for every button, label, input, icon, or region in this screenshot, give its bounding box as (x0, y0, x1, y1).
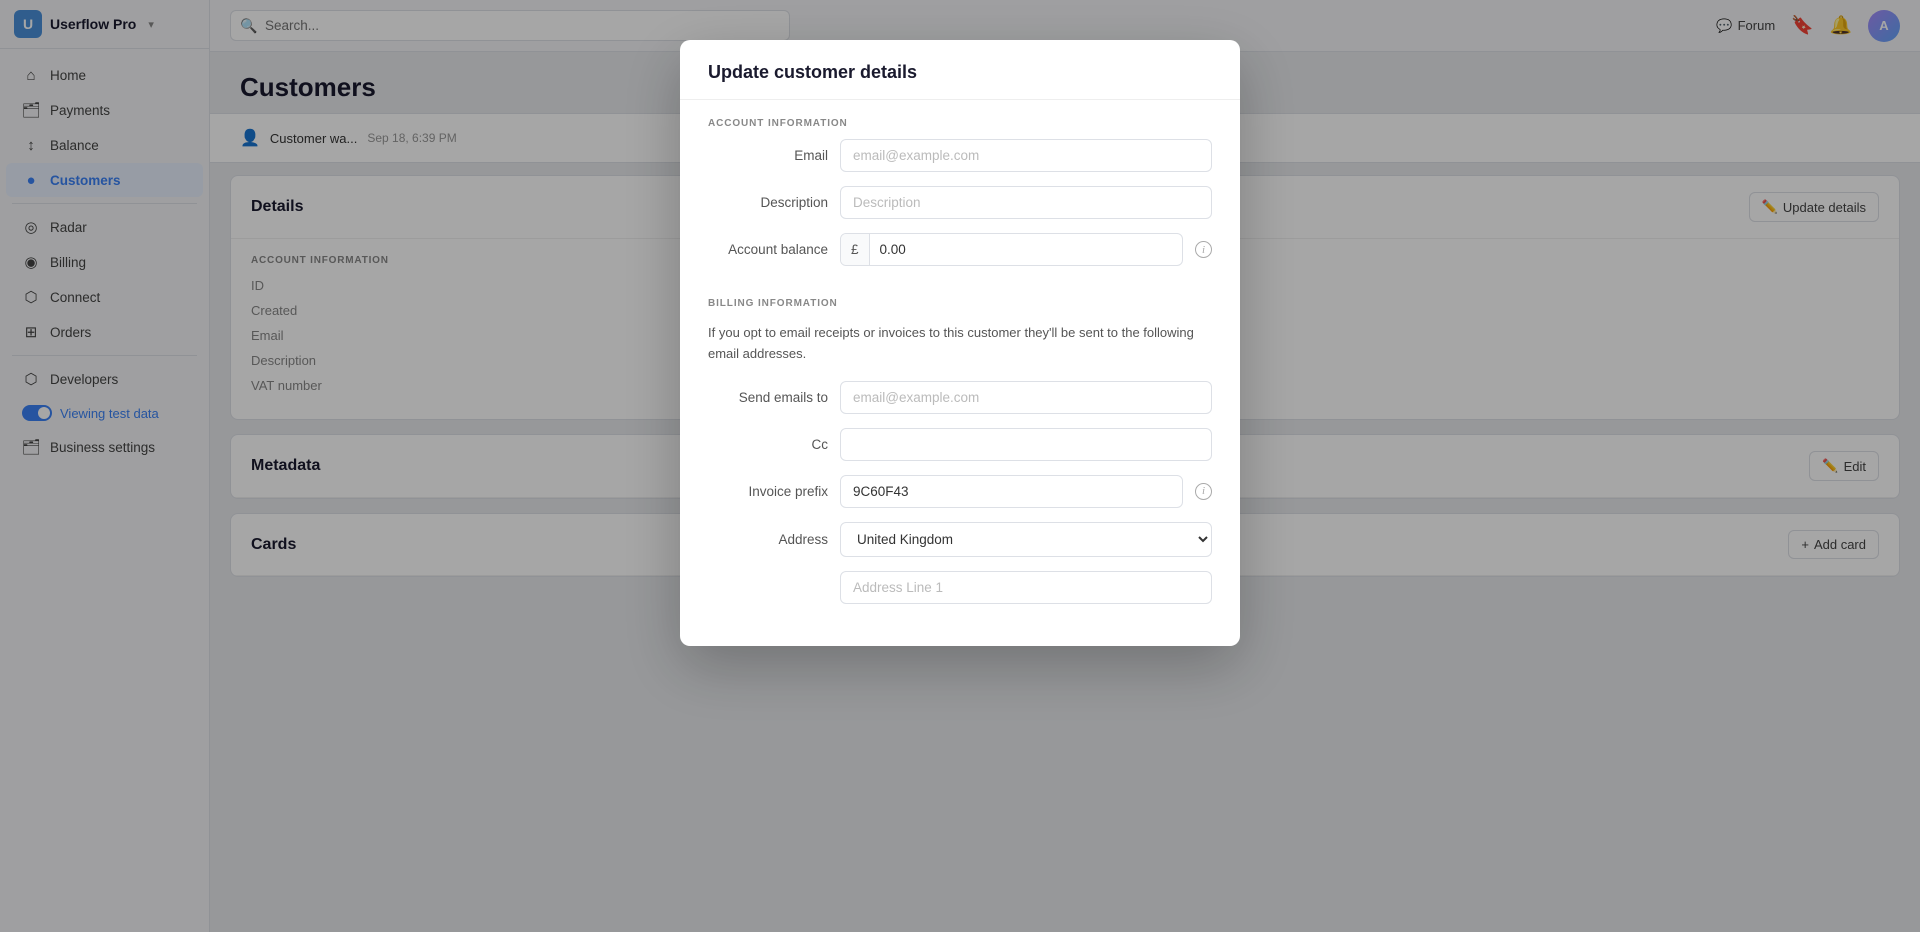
invoice-prefix-input[interactable] (840, 475, 1183, 508)
balance-input[interactable] (870, 234, 1182, 265)
address-label: Address (708, 532, 828, 547)
address-form-row: Address United Kingdom United States Fra… (708, 522, 1212, 557)
update-customer-modal: Update customer details ACCOUNT INFORMAT… (680, 40, 1240, 646)
email-form-row: Email (708, 139, 1212, 172)
currency-prefix: £ (841, 234, 870, 265)
invoice-prefix-label: Invoice prefix (708, 484, 828, 499)
address-line1-input[interactable] (840, 571, 1212, 604)
address-country-select[interactable]: United Kingdom United States France Germ… (840, 522, 1212, 557)
description-input[interactable] (840, 186, 1212, 219)
invoice-info-icon[interactable]: i (1195, 483, 1212, 500)
account-info-section-label: ACCOUNT INFORMATION (708, 100, 1212, 139)
email-form-label: Email (708, 148, 828, 163)
modal-body: ACCOUNT INFORMATION Email Description Ac… (680, 100, 1240, 646)
modal-header: Update customer details (680, 40, 1240, 100)
balance-form-row: Account balance £ i (708, 233, 1212, 266)
balance-input-wrap: £ (840, 233, 1183, 266)
main-content: 🔍 💬 Forum 🔖 🔔 A Customers 👤 Customer wa.… (210, 0, 1920, 932)
balance-form-label: Account balance (708, 242, 828, 257)
description-form-row: Description (708, 186, 1212, 219)
balance-info-icon[interactable]: i (1195, 241, 1212, 258)
send-emails-form-row: Send emails to (708, 381, 1212, 414)
description-form-label: Description (708, 195, 828, 210)
address-line1-form-row (708, 571, 1212, 604)
billing-info-text: If you opt to email receipts or invoices… (708, 323, 1212, 365)
invoice-prefix-form-row: Invoice prefix i (708, 475, 1212, 508)
modal-title: Update customer details (708, 62, 1212, 83)
email-input[interactable] (840, 139, 1212, 172)
cc-input[interactable] (840, 428, 1212, 461)
send-emails-label: Send emails to (708, 390, 828, 405)
send-emails-input[interactable] (840, 381, 1212, 414)
billing-info-section-label: BILLING INFORMATION (708, 280, 1212, 319)
cc-form-row: Cc (708, 428, 1212, 461)
modal-overlay[interactable]: Update customer details ACCOUNT INFORMAT… (210, 0, 1920, 932)
cc-label: Cc (708, 437, 828, 452)
